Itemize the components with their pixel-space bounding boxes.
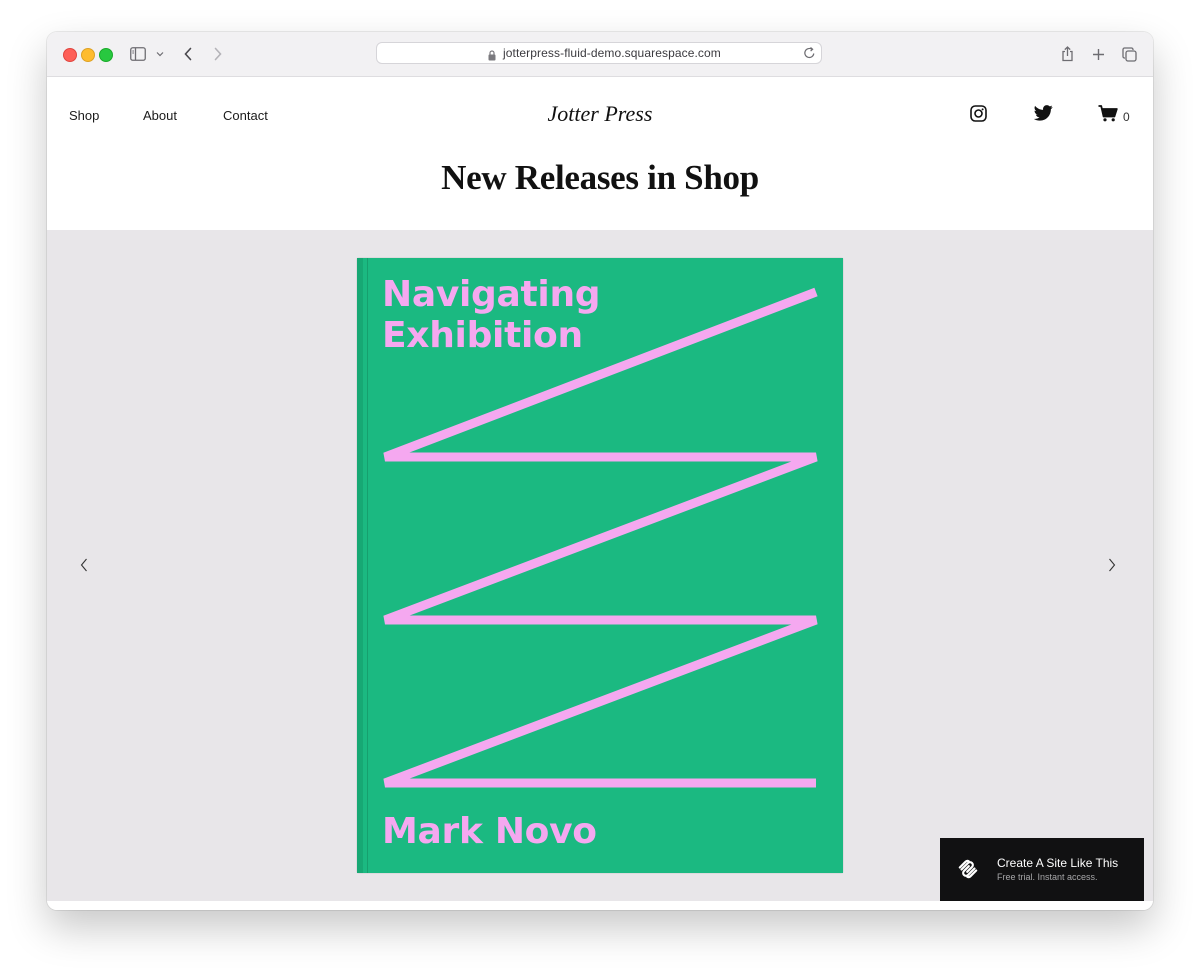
book-title-line-2: Exhibition	[382, 315, 583, 356]
badge-subtitle: Free trial. Instant access.	[997, 872, 1098, 882]
new-tab-icon[interactable]	[1090, 43, 1106, 65]
site-header: Shop About Contact Jotter Press 0	[47, 77, 1153, 152]
site-logo[interactable]: Jotter Press	[47, 101, 1153, 127]
book-cover-image[interactable]: Navigating Exhibition Mark Novo	[357, 258, 843, 873]
cart-count: 0	[1123, 110, 1130, 124]
chevron-right-icon[interactable]	[1107, 557, 1117, 578]
cart-button[interactable]: 0	[1098, 105, 1130, 127]
instagram-icon[interactable]	[970, 105, 987, 127]
reload-icon[interactable]	[803, 46, 816, 65]
chevron-down-icon[interactable]	[155, 43, 165, 65]
browser-window: jotterpress-fluid-demo.squarespace.com S…	[47, 32, 1153, 910]
maximize-window-button[interactable]	[99, 48, 113, 62]
browser-toolbar: jotterpress-fluid-demo.squarespace.com	[47, 32, 1153, 77]
page-footer-strip	[47, 901, 1153, 910]
chevron-left-icon[interactable]	[79, 557, 89, 578]
forward-button[interactable]	[211, 43, 225, 65]
book-author: Mark Novo	[382, 811, 597, 852]
sidebar-toggle-icon[interactable]	[129, 43, 147, 65]
back-button[interactable]	[181, 43, 195, 65]
minimize-window-button[interactable]	[81, 48, 95, 62]
book-title: Navigating Exhibition	[382, 274, 682, 356]
cart-icon	[1098, 105, 1118, 127]
book-title-line-1: Navigating	[382, 274, 601, 315]
book-spine-crease	[367, 258, 368, 873]
lock-icon	[488, 48, 496, 66]
badge-title: Create A Site Like This	[997, 856, 1119, 870]
twitter-icon[interactable]	[1033, 105, 1053, 126]
create-site-badge[interactable]: Create A Site Like This Free trial. Inst…	[940, 838, 1144, 901]
squarespace-logo-icon	[957, 858, 979, 885]
close-window-button[interactable]	[63, 48, 77, 62]
tab-overview-icon[interactable]	[1121, 43, 1137, 65]
page-title: New Releases in Shop	[441, 158, 759, 197]
share-icon[interactable]	[1059, 43, 1075, 65]
book-spine-shadow	[357, 258, 363, 873]
address-bar[interactable]: jotterpress-fluid-demo.squarespace.com	[376, 42, 822, 64]
url-text: jotterpress-fluid-demo.squarespace.com	[503, 46, 721, 60]
product-slideshow: Navigating Exhibition Mark Novo	[47, 230, 1153, 901]
